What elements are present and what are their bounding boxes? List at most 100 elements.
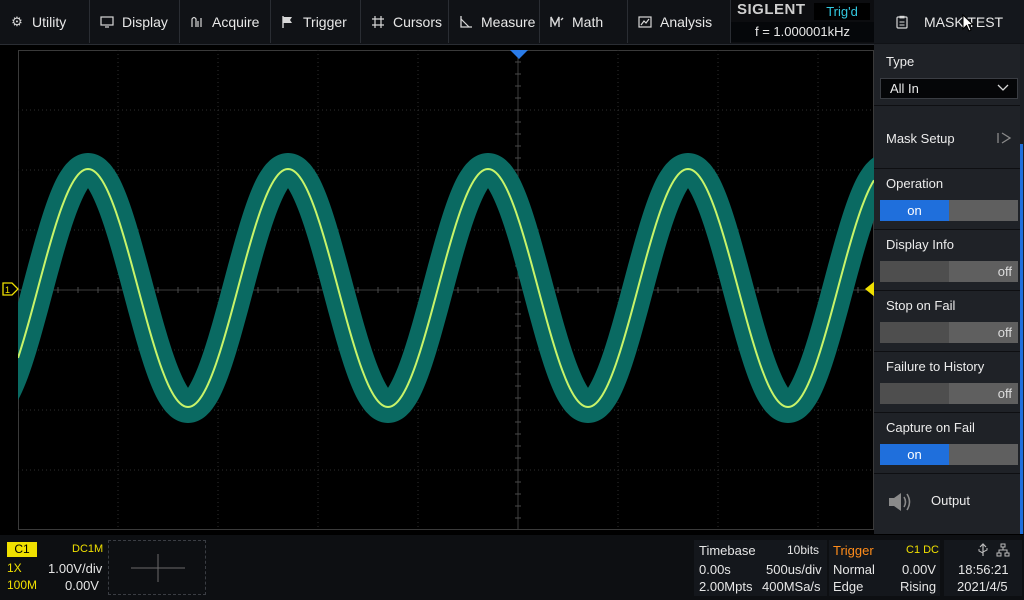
- trigger-slope: Rising: [900, 579, 937, 594]
- stop-on-fail-toggle[interactable]: off: [880, 322, 1018, 343]
- trigger-source: C1 DC: [906, 544, 940, 556]
- acquire-icon: [190, 15, 204, 29]
- trigger-status: Trig'd: [814, 3, 870, 20]
- trigger-info[interactable]: Trigger C1 DC Normal 0.00V Edge Rising: [829, 540, 940, 596]
- timebase-memory: 2.00Mpts: [699, 579, 753, 594]
- operation-label: Operation: [886, 176, 944, 191]
- timebase-label: Timebase: [699, 543, 756, 558]
- channel-badge: C1: [7, 542, 37, 557]
- menu-label: Trigger: [303, 13, 347, 30]
- menu-analysis[interactable]: Analysis: [628, 0, 731, 43]
- menu-measure[interactable]: Measure: [449, 0, 540, 43]
- toggle-off-label: off: [997, 325, 1012, 340]
- menu-cursors[interactable]: Cursors: [361, 0, 449, 43]
- channel-1-info[interactable]: C1 DC1M 1X 1.00V/div 100M 0.00V: [4, 540, 105, 596]
- menu-math[interactable]: Math: [540, 0, 628, 43]
- timebase-delay: 0.00s: [699, 562, 731, 577]
- trigger-mode: Normal: [833, 562, 875, 577]
- menu-label: Math: [572, 13, 604, 30]
- trigger-type: Edge: [833, 579, 864, 594]
- menu-label: Measure: [481, 13, 536, 30]
- type-select[interactable]: All In: [880, 78, 1018, 99]
- menu-trigger[interactable]: Trigger: [271, 0, 361, 43]
- siglent-logo: SIGLENT: [737, 1, 806, 18]
- failure-history-label: Failure to History: [886, 359, 985, 374]
- timebase-info[interactable]: Timebase 10bits 0.00s 500us/div 2.00Mpts…: [694, 540, 827, 596]
- status-bar: C1 DC1M 1X 1.00V/div 100M 0.00V Timebase…: [0, 535, 1024, 600]
- ruler-icon: [459, 15, 473, 29]
- add-channel-button[interactable]: [108, 540, 206, 595]
- trigger-position-marker[interactable]: [510, 50, 528, 60]
- waveform-display[interactable]: [17, 50, 875, 530]
- menu-label: Cursors: [393, 13, 443, 30]
- channel-coupling: DC1M: [72, 543, 104, 555]
- mask-region: [18, 153, 874, 423]
- type-group: Type All In: [874, 44, 1020, 106]
- brand-status: SIGLENT Trig'd f = 1.000001kHz: [731, 0, 874, 43]
- menu-bar: ⚙ Utility Display Acquire Trigger Cursors…: [0, 0, 1024, 45]
- math-icon: [550, 15, 564, 29]
- output-item[interactable]: Output: [874, 474, 1020, 534]
- panel-scrollbar[interactable]: [1020, 144, 1023, 534]
- trigger-label: Trigger: [833, 543, 874, 558]
- usb-icon: [978, 543, 988, 556]
- type-label: Type: [886, 54, 915, 69]
- display-info-toggle[interactable]: off: [880, 261, 1018, 282]
- stop-on-fail-group: Stop on Fail off: [874, 291, 1020, 352]
- panel-title[interactable]: MASK TEST: [874, 0, 1024, 43]
- svg-text:1: 1: [5, 285, 10, 295]
- channel-bandwidth: 100M: [7, 578, 38, 592]
- system-status: 18:56:21 2021/4/5: [944, 540, 1022, 596]
- menu-acquire[interactable]: Acquire: [180, 0, 271, 43]
- clipboard-icon: [896, 15, 908, 29]
- frequency-counter: f = 1.000001kHz: [731, 22, 874, 42]
- network-icon: [996, 543, 1010, 557]
- trigger-level: 0.00V: [902, 562, 936, 577]
- display-info-group: Display Info off: [874, 230, 1020, 291]
- channel-probe: 1X: [7, 561, 22, 575]
- menu-label: Acquire: [212, 13, 260, 30]
- capture-on-fail-group: Capture on Fail on: [874, 413, 1020, 474]
- clock-date: 2021/4/5: [957, 579, 1008, 594]
- toggle-off-label: off: [997, 264, 1012, 279]
- output-label: Output: [931, 493, 971, 508]
- menu-label: Display: [122, 13, 168, 30]
- clock-time: 18:56:21: [958, 562, 1009, 577]
- gear-icon: ⚙: [11, 13, 23, 29]
- mouse-pointer-icon: [962, 13, 975, 32]
- menu-utility[interactable]: ⚙ Utility: [0, 0, 90, 43]
- toggle-off-label: off: [997, 386, 1012, 401]
- channel-offset-marker[interactable]: 1: [2, 282, 20, 296]
- menu-display[interactable]: Display: [90, 0, 180, 43]
- graticule: [17, 50, 875, 530]
- analysis-icon: [638, 15, 652, 29]
- monitor-icon: [100, 15, 114, 29]
- menu-label: Analysis: [660, 13, 713, 30]
- type-value: All In: [890, 81, 919, 96]
- capture-on-fail-label: Capture on Fail: [886, 420, 975, 435]
- flag-icon: [281, 15, 295, 29]
- mask-test-panel: Type All In Mask Setup Operation on Disp…: [874, 44, 1024, 534]
- channel-scale: 1.00V/div: [48, 561, 103, 576]
- channel-offset: 0.00V: [65, 578, 99, 593]
- toggle-on-label: on: [880, 444, 949, 465]
- toggle-on-label: on: [880, 200, 949, 221]
- failure-history-group: Failure to History off: [874, 352, 1020, 413]
- submenu-arrow-icon: [997, 132, 1012, 144]
- timebase-bits: 10bits: [787, 543, 820, 557]
- mask-setup-item[interactable]: Mask Setup: [874, 106, 1020, 169]
- timebase-scale: 500us/div: [766, 562, 822, 577]
- capture-on-fail-toggle[interactable]: on: [880, 444, 1018, 465]
- operation-toggle[interactable]: on: [880, 200, 1018, 221]
- menu-label: Utility: [32, 13, 67, 30]
- plus-icon: [131, 554, 185, 582]
- mask-setup-label: Mask Setup: [886, 131, 955, 146]
- operation-group: Operation on: [874, 169, 1020, 230]
- timebase-sample-rate: 400MSa/s: [762, 579, 821, 594]
- chevron-down-icon: [997, 84, 1009, 91]
- cursor-icon: [371, 15, 385, 29]
- speaker-icon: [889, 493, 911, 511]
- stop-on-fail-label: Stop on Fail: [886, 298, 956, 313]
- display-info-label: Display Info: [886, 237, 954, 252]
- failure-history-toggle[interactable]: off: [880, 383, 1018, 404]
